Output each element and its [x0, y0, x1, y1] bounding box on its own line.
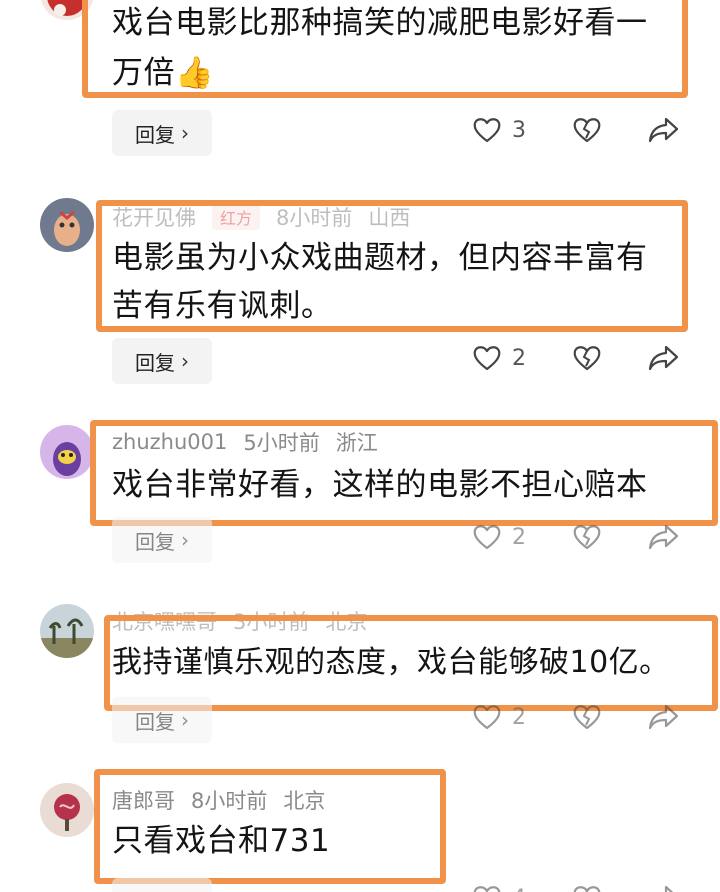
reply-button[interactable]: 回复 › [112, 338, 212, 384]
dislike-button[interactable] [572, 344, 602, 372]
avatar[interactable] [40, 783, 94, 837]
comment-text-line: 戏台电影比那种搞笑的减肥电影好看一 [112, 5, 648, 41]
comment-text-line: 电影虽为小众戏曲题材，但内容丰富有 [112, 240, 648, 276]
reply-button[interactable]: 回复 › [112, 110, 212, 156]
reply-button[interactable]: 回复 › [112, 697, 212, 743]
broken-heart-icon [573, 886, 601, 892]
broken-heart-icon [573, 346, 601, 371]
share-button[interactable] [648, 344, 680, 372]
share-button[interactable] [648, 884, 680, 892]
reply-button[interactable]: 回复 › [112, 517, 212, 563]
comment-actions: 回复 › 2 [0, 517, 720, 563]
like-count: 3 [512, 117, 526, 143]
heart-outline-icon [473, 886, 501, 892]
dislike-button[interactable] [572, 703, 602, 731]
like-button[interactable]: 3 [472, 116, 526, 144]
dislike-button[interactable] [572, 523, 602, 551]
chevron-right-icon: › [181, 121, 189, 145]
reply-label: 回复 [135, 709, 175, 734]
like-count: 2 [512, 524, 526, 550]
location: 北京 [325, 610, 368, 634]
broken-heart-icon [573, 118, 601, 143]
reply-button[interactable]: 回复 › [112, 878, 212, 892]
avatar[interactable] [40, 604, 94, 658]
timestamp: 8小时前 [276, 206, 353, 230]
share-arrow-icon [648, 117, 679, 143]
share-button[interactable] [648, 703, 680, 731]
share-arrow-icon [664, 885, 674, 892]
timestamp: 5小时前 [243, 431, 320, 455]
heart-outline-icon [473, 118, 501, 143]
comment-meta: 花开见佛 红方 8小时前 山西 [112, 202, 410, 232]
comment-meta: zhuzhu001 5小时前 浙江 [112, 427, 378, 457]
username[interactable]: zhuzhu001 [112, 430, 227, 454]
comment-meta: 北京嘿嘿哥 3小时前 北京 [112, 606, 367, 636]
share-arrow-icon [648, 524, 679, 550]
comment-text-line: 戏台非常好看，这样的电影不担心赔本 [112, 467, 648, 503]
avatar[interactable] [40, 0, 94, 20]
dislike-button[interactable] [572, 116, 602, 144]
chevron-right-icon: › [181, 708, 189, 732]
heart-outline-icon [473, 525, 501, 550]
timestamp: 8小时前 [191, 789, 268, 813]
location: 浙江 [335, 431, 378, 455]
chevron-right-icon: › [181, 349, 189, 373]
like-count: 2 [512, 345, 526, 371]
avatar[interactable] [40, 425, 94, 479]
heart-outline-icon [473, 705, 501, 730]
comment-actions: 回复 › 2 [0, 697, 720, 743]
share-button[interactable] [648, 523, 680, 551]
heart-outline-icon [473, 346, 501, 371]
timestamp: 3小时前 [233, 610, 310, 634]
comment-text-line: 我持谨慎乐观的态度，戏台能够破10亿。 [112, 645, 670, 680]
reply-label: 回复 [135, 529, 175, 554]
reply-label: 回复 [135, 887, 175, 892]
dislike-button[interactable] [572, 884, 602, 892]
comment-text-line: 万倍👍 [112, 55, 215, 91]
like-button[interactable]: 2 [472, 523, 526, 551]
broken-heart-icon [573, 525, 601, 550]
broken-heart-icon [573, 705, 601, 730]
like-button[interactable]: 2 [472, 344, 526, 372]
reply-label: 回复 [135, 350, 175, 375]
like-count: 2 [512, 704, 526, 730]
username[interactable]: 北京嘿嘿哥 [112, 606, 217, 636]
comment-actions: 回复 › 3 [0, 110, 720, 156]
user-badge: 红方 [212, 204, 261, 230]
like-button[interactable]: 2 [472, 703, 526, 731]
comment-text-line: 苦有乐有讽刺。 [112, 288, 333, 324]
username[interactable]: 唐郎哥 [112, 785, 175, 815]
location: 山西 [368, 206, 411, 230]
reply-label: 回复 [135, 122, 175, 147]
comment-actions: 回复 › 2 [0, 338, 720, 384]
username[interactable]: 花开见佛 [112, 202, 196, 232]
comment-meta: 唐郎哥 8小时前 北京 [112, 785, 325, 815]
share-button[interactable] [648, 116, 680, 144]
comment-text-line: 只看戏台和731 [112, 823, 331, 859]
comment-actions: 回复 › 4 [0, 878, 720, 892]
location: 北京 [283, 789, 326, 813]
like-button[interactable]: 4 [472, 884, 526, 892]
share-arrow-icon [648, 704, 679, 730]
avatar[interactable] [40, 198, 94, 252]
like-count: 4 [512, 886, 526, 892]
share-arrow-icon [648, 345, 679, 371]
chevron-right-icon: › [181, 528, 189, 552]
